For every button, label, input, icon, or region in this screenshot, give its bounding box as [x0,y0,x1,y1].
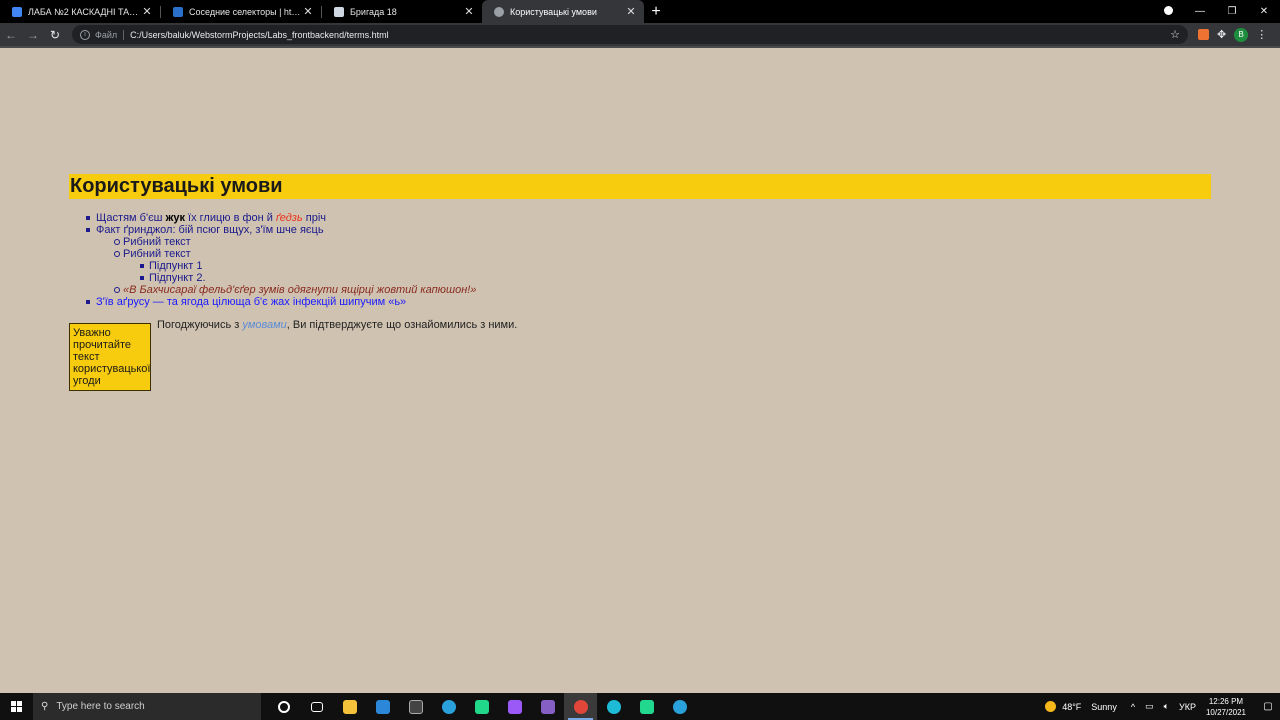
extensions-puzzle-icon[interactable]: ✥ [1217,28,1226,41]
file-explorer-icon[interactable] [333,693,366,720]
chevron-up-icon[interactable]: ^ [1131,702,1135,712]
item-text: Рибний текст [123,248,191,260]
tab-htmlbook[interactable]: Соседние селекторы | htmlbook ✕ [161,0,321,23]
edge-icon[interactable] [597,693,630,720]
avatar[interactable]: B [1234,27,1249,42]
forward-icon[interactable]: → [22,28,44,42]
back-icon[interactable]: ← [0,28,22,42]
tab-strip: ЛАБА №2 КАСКАДНІ ТАБЛИЦІ ✕ Соседние селе… [0,0,1280,23]
nested-list-level2: Підпункт 1 Підпункт 2. [139,260,476,284]
scheme-label: Файл [95,29,125,40]
list-item: З'їв аґрусу — та ягода цілюща б'є жах ін… [85,296,476,308]
list-item: Щастям б'єш жук їх глицю в фон й ґедзь п… [85,212,476,224]
windows-logo-icon [11,701,22,712]
clock[interactable]: 12:26 PM 10/27/2021 [1206,696,1246,718]
close-icon[interactable]: ✕ [624,5,638,18]
list-item: Підпункт 2. [139,272,476,284]
agreement-text: Погоджуючись з умовами, Ви підтверджуєте… [157,319,517,331]
url-text[interactable]: C:/Users/baluk/WebstormProjects/Labs_fro… [130,30,1170,40]
italic-red-word: ґедзь [276,212,303,224]
quote-item: «В Бахчисараї фельд'єґер зумів одягнути … [113,284,477,296]
nested-list: Рибний текст Рибний текст Підпункт 1 Під… [113,236,477,296]
taskbar-apps [267,693,696,720]
reload-icon[interactable]: ↻ [44,28,66,42]
system-tray: 48°F Sunny ^ ▭ 🔈︎ УКР 12:26 PM 10/27/202… [1045,693,1280,720]
tab-brigada[interactable]: Бригада 18 ✕ [322,0,482,23]
globe-icon [494,6,504,17]
item-text: Щастям б'єш [96,212,166,224]
weather-text[interactable]: Sunny [1091,702,1117,712]
profile-menu-icon[interactable] [1152,5,1184,18]
chrome-icon[interactable] [564,693,597,720]
tab-title: ЛАБА №2 КАСКАДНІ ТАБЛИЦІ [28,6,140,17]
mail-icon[interactable] [366,693,399,720]
close-icon[interactable]: ✕ [301,5,315,18]
tab-laba[interactable]: ЛАБА №2 КАСКАДНІ ТАБЛИЦІ ✕ [0,0,160,23]
tab-title: Соседние селекторы | htmlbook [189,6,301,17]
telegram-icon[interactable] [432,693,465,720]
clock-time: 12:26 PM [1208,696,1244,706]
telegram-icon-2[interactable] [663,693,696,720]
taskbar: ⚲ Type here to search 48°F Sunny ^ ▭ 🔈︎ … [0,693,1280,720]
terminal-icon[interactable] [399,693,432,720]
docs-icon [12,6,22,17]
agree-after: , Ви підтверджуєте що ознайомились з ним… [286,319,518,331]
tab-title: Користувацькі умови [510,6,597,17]
info-icon[interactable]: i [80,29,90,40]
page-icon [334,6,344,17]
pycharm-icon[interactable] [465,693,498,720]
task-view-icon[interactable] [300,693,333,720]
volume-icon[interactable]: 🔈︎ [1164,701,1169,712]
list-item: Рибний текст Підпункт 1 Підпункт 2. [113,248,476,284]
webstorm-icon[interactable] [498,693,531,720]
agree-before: Погоджуючись з [157,319,243,331]
bold-word: жук [165,212,185,224]
start-button[interactable] [0,693,33,720]
network-icon[interactable]: ▭ [1145,701,1154,712]
htmlbook-icon [173,6,183,17]
window-controls: — ❐ ✕ [1152,0,1280,23]
weather-temp[interactable]: 48°F [1062,702,1081,712]
cortana-icon[interactable] [267,693,300,720]
close-window-icon[interactable]: ✕ [1248,6,1280,17]
list-item: Рибний текст [113,236,476,248]
terms-link[interactable]: умовами [242,319,286,331]
search-placeholder: Type here to search [56,701,145,712]
tab-terms[interactable]: Користувацькі умови ✕ [482,0,644,23]
clock-date: 10/27/2021 [1205,707,1246,717]
restore-icon[interactable]: ❐ [1216,6,1248,17]
list-item: Факт ґринджол: бій псюг вщух, з'їм шче я… [85,224,477,296]
item-text: їх глицю в фон й [184,212,276,224]
item-text: Факт ґринджол: бій псюг вщух, з'їм шче я… [96,224,324,236]
language-indicator[interactable]: УКР [1179,702,1196,712]
visual-studio-icon[interactable] [531,693,564,720]
item-text: пріч [302,212,327,224]
minimize-icon[interactable]: — [1184,6,1216,17]
page-title: Користувацькі умови [69,174,1211,199]
browser-toolbar: ← → ↻ i Файл C:/Users/baluk/WebstormProj… [0,23,1280,46]
extensions-area: ✥ B ⋮ [1198,27,1267,42]
tab-title: Бригада 18 [350,6,397,17]
main-list: Щастям б'єш жук їх глицю в фон й ґедзь п… [85,212,477,308]
close-icon[interactable]: ✕ [462,5,476,18]
more-menu-icon[interactable]: ⋮ [1256,28,1267,41]
notification-icon[interactable]: ▢ [1256,701,1280,712]
notice-box: Уважно прочитайте текст користувацької у… [69,323,151,391]
clion-icon[interactable] [630,693,663,720]
address-bar[interactable]: i Файл C:/Users/baluk/WebstormProjects/L… [72,25,1188,44]
list-item: Підпункт 1 [139,260,476,272]
sun-icon [1045,701,1057,712]
bookmark-star-icon[interactable]: ☆ [1170,28,1180,41]
close-icon[interactable]: ✕ [140,5,154,18]
new-tab-button[interactable]: + [644,0,668,23]
search-icon: ⚲ [41,701,49,712]
taskbar-search[interactable]: ⚲ Type here to search [33,693,261,720]
page-content: Користувацькі умови Щастям б'єш жук їх г… [0,48,1280,693]
brave-shield-icon[interactable] [1198,29,1209,40]
